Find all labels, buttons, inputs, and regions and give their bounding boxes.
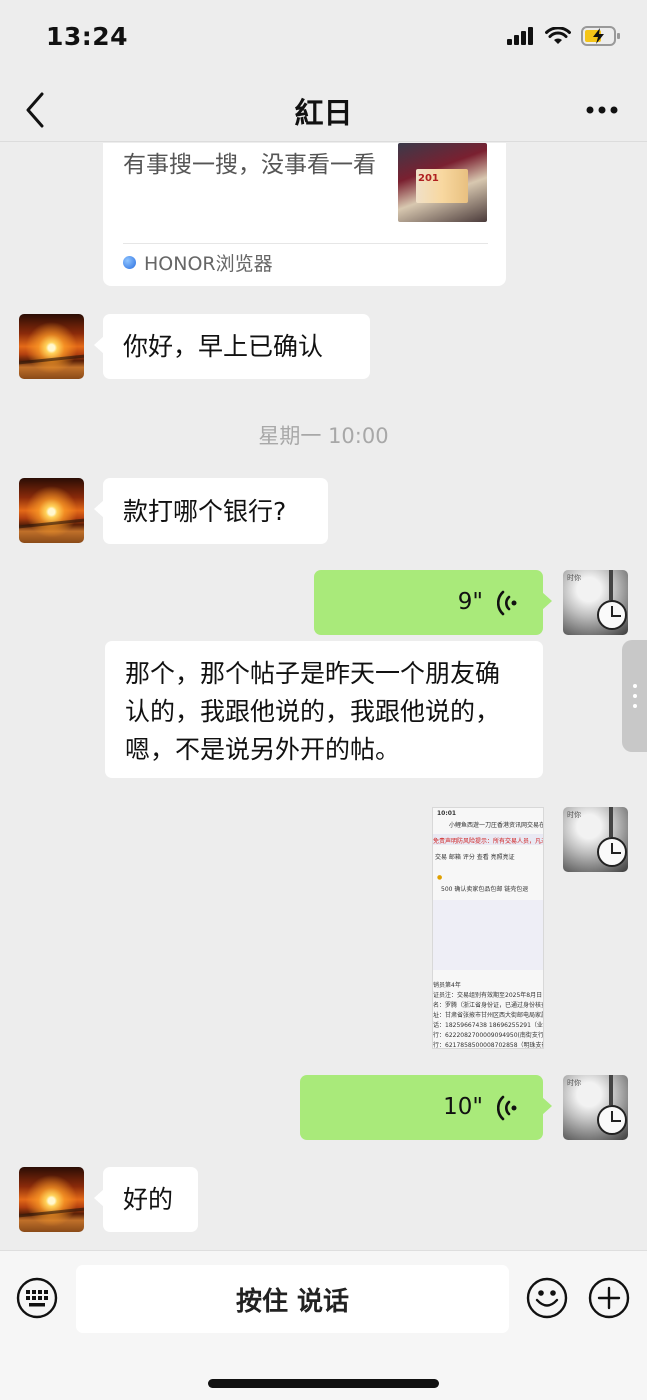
link-card-source-label: HONOR浏览器 [144,253,273,275]
cellular-signal-icon [507,27,533,45]
my-avatar[interactable]: 时你 [563,807,628,872]
chat-header: 紅日 [0,76,647,142]
message-text: 你好，早上已确认 [123,332,324,361]
message-bubble-incoming[interactable]: 款打哪个银行? [94,478,328,544]
message-text: 款打哪个银行? [123,496,287,526]
contact-avatar[interactable] [19,314,84,379]
clock-icon [597,600,627,630]
voice-duration: 10" [443,1094,483,1120]
my-avatar[interactable]: 时你 [563,1075,628,1140]
link-card-text: 有事搜一搜，没事看一看 [123,152,376,178]
link-card-source: HONOR浏览器 [123,249,273,276]
my-avatar[interactable]: 时你 [563,570,628,635]
voice-transcript-text: 那个，那个帖子是昨天一个朋友确认的，我跟他说的，我跟他说的，嗯，不是说另外开的帖… [105,641,543,778]
floating-side-handle[interactable] [622,640,647,752]
message-timestamp: 星期一 10:00 [258,424,389,448]
plus-icon[interactable] [588,1277,630,1319]
contact-avatar[interactable] [19,478,84,543]
message-bubble-incoming[interactable]: 你好，早上已确认 [94,314,370,379]
status-icons [507,26,621,46]
banknote-image: 201 [416,169,468,203]
link-card-thumbnail: 201 [398,143,487,222]
hold-to-talk-button[interactable]: 按住 说话 [76,1265,509,1333]
clock-icon [597,837,627,867]
image-message-screenshot[interactable]: 10:01 小鲤鱼西遊一刀圧香港资讯网交易在 免责声明防风险提示：所有交易人员，… [432,807,544,1049]
chat-title: 紅日 [294,96,353,130]
keyboard-toggle-icon[interactable] [16,1277,58,1319]
divider [123,243,488,244]
input-bar: 按住 说话 [0,1250,647,1400]
voice-message-bubble[interactable]: 9" [314,570,552,635]
chat-message-list[interactable]: 有事搜一搜，没事看一看 201 HONOR浏览器 你好，早上已确认 星期一 10… [0,143,647,1250]
emoji-icon[interactable] [526,1277,568,1319]
voice-wave-icon [497,590,517,615]
voice-message-bubble[interactable]: 10" [300,1075,552,1140]
message-text: 好的 [123,1185,174,1214]
shared-link-card[interactable]: 有事搜一搜，没事看一看 201 HONOR浏览器 [103,143,506,286]
clock-icon [597,1105,627,1135]
status-time: 13:24 [46,22,129,51]
browser-logo-icon [123,256,136,269]
status-bar: 13:24 [0,0,647,76]
wifi-icon [545,26,571,44]
battery-charging-icon [581,26,620,46]
contact-avatar[interactable] [19,1167,84,1232]
voice-wave-icon [497,1095,517,1120]
home-indicator [208,1379,439,1388]
message-bubble-incoming[interactable]: 好的 [94,1167,198,1232]
more-options-icon[interactable] [585,104,619,116]
voice-duration: 9" [457,589,483,615]
